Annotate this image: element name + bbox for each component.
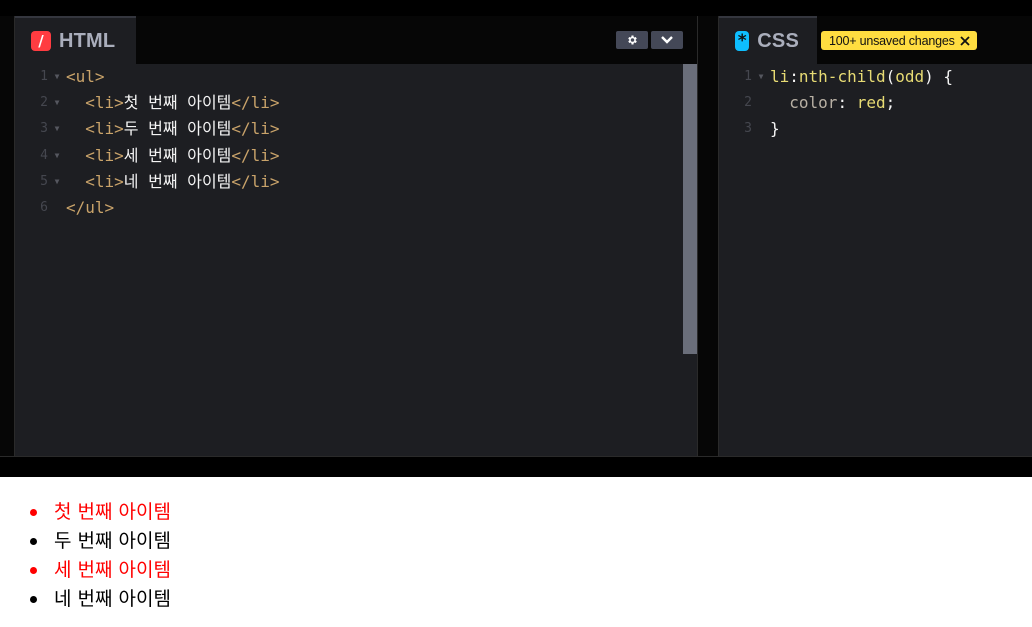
preview-resize-bar[interactable] — [0, 456, 1032, 477]
code-line[interactable]: 6▼</ul> — [15, 195, 697, 221]
list-item: 세 번째 아이템 — [30, 556, 171, 585]
tab-css[interactable]: * CSS — [719, 16, 817, 64]
fold-arrow-icon[interactable]: ▼ — [48, 64, 66, 90]
fold-arrow-icon[interactable]: ▼ — [752, 64, 770, 90]
html-editor-header: / HTML — [15, 16, 697, 64]
css-code-area[interactable]: 1▼li:nth-child(odd) {2▼ color: red;3▼} — [719, 64, 1032, 143]
css-asterisk-icon: * — [735, 31, 750, 51]
list-item: 두 번째 아이템 — [30, 527, 171, 556]
line-number: 3 — [40, 121, 48, 137]
top-bar — [0, 0, 1032, 16]
code-token: red — [856, 93, 886, 113]
list-item: 네 번째 아이템 — [30, 585, 171, 614]
html-slash-icon: / — [31, 31, 51, 51]
code-token: <li> — [85, 171, 124, 191]
code-token: </li> — [231, 171, 280, 191]
unsaved-changes-label: 100+ unsaved changes — [829, 33, 955, 48]
html-settings-button[interactable] — [616, 31, 648, 49]
css-editor-panel: * CSS 100+ unsaved changes 1 ▼ li: nth-chil… — [719, 16, 1032, 456]
code-token: odd — [895, 67, 925, 86]
code-token: : — [837, 93, 857, 113]
line-number: 1 — [40, 69, 48, 84]
fold-arrow-icon[interactable]: ▼ — [48, 116, 66, 142]
fold-arrow-icon[interactable]: ▼ — [48, 169, 66, 195]
code-token: 두 번째 아이템 — [123, 119, 232, 139]
code-token: <li> — [85, 93, 124, 113]
list-item: 첫 번째 아이템 — [30, 498, 171, 527]
code-line[interactable]: 5 ▼ <li> 네 번째 아이템 </li> — [15, 169, 697, 195]
html-editor-panel: / HTML 1 ▼ <ul> 2 ▼ <li> 첫 번째 아이템 </li> 3 ▼ <li>… — [15, 16, 697, 456]
code-token: nth-child — [798, 67, 886, 86]
line-number: 2 — [744, 95, 752, 111]
unsaved-changes-badge[interactable]: 100+ unsaved changes — [821, 31, 977, 50]
code-token: <ul> — [66, 67, 105, 86]
html-editor-scrollbar[interactable] — [683, 64, 697, 354]
bullet-icon — [30, 538, 37, 545]
line-number: 5 — [40, 173, 48, 189]
code-token: ( — [885, 67, 896, 86]
line-number: 3 — [744, 121, 752, 137]
css-tab-label: CSS — [757, 29, 799, 52]
code-token: 첫 번째 아이템 — [123, 93, 232, 113]
bullet-icon — [30, 596, 37, 603]
html-code-area[interactable]: 1 ▼ <ul> 2 ▼ <li> 첫 번째 아이템 </li> 3 ▼ <li> 두 번째 아이… — [15, 64, 697, 221]
code-token: </li> — [231, 145, 280, 165]
code-token: : — [789, 67, 799, 86]
line-number: 1 — [744, 69, 752, 84]
css-editor-header: * CSS 100+ unsaved changes — [719, 16, 1032, 64]
code-token: <li> — [85, 145, 124, 165]
list-item-text: 첫 번째 아이템 — [54, 501, 171, 523]
code-line[interactable]: 3▼} — [719, 116, 1032, 142]
code-token: 네 번째 아이템 — [123, 171, 232, 191]
fold-arrow-icon[interactable]: ▼ — [48, 90, 66, 116]
preview-list: 첫 번째 아이템두 번째 아이템세 번째 아이템네 번째 아이템 — [30, 498, 171, 614]
html-tab-label: HTML — [59, 29, 116, 52]
code-token: ; — [885, 93, 896, 113]
code-line[interactable]: 1 ▼ <ul> — [15, 64, 697, 90]
line-number: 4 — [40, 147, 48, 163]
bullet-icon — [30, 509, 37, 516]
list-item-text: 두 번째 아이템 — [54, 530, 171, 552]
bullet-icon — [30, 567, 37, 574]
left-resize-gutter[interactable] — [0, 16, 15, 456]
code-line[interactable]: 3 ▼ <li> 두 번째 아이템 </li> — [15, 116, 697, 142]
line-number: 6 — [40, 199, 48, 215]
html-collapse-button[interactable] — [651, 31, 683, 49]
code-token: <li> — [85, 119, 124, 139]
tab-html[interactable]: / HTML — [15, 16, 136, 64]
code-token: </li> — [231, 119, 280, 139]
line-number: 2 — [40, 95, 48, 111]
list-item-text: 네 번째 아이템 — [54, 588, 171, 610]
fold-arrow-icon[interactable]: ▼ — [48, 143, 66, 169]
code-token: 세 번째 아이템 — [123, 145, 232, 165]
editor-resize-divider[interactable] — [697, 16, 719, 456]
chevron-down-icon — [661, 36, 673, 44]
code-line[interactable]: 2▼ color: red; — [719, 90, 1032, 116]
code-token: </li> — [231, 93, 280, 113]
list-item-text: 세 번째 아이템 — [54, 559, 171, 581]
code-token: ) { — [924, 67, 954, 86]
code-token: } — [770, 119, 780, 139]
gear-icon — [628, 35, 637, 45]
close-icon[interactable] — [959, 35, 971, 47]
code-token: </ul> — [66, 197, 115, 217]
result-preview: 첫 번째 아이템두 번째 아이템세 번째 아이템네 번째 아이템 — [0, 477, 1032, 627]
code-line[interactable]: 4 ▼ <li> 세 번째 아이템 </li> — [15, 143, 697, 169]
code-token: li — [770, 67, 790, 86]
code-line[interactable]: 1 ▼ li: nth-child(odd) { — [719, 64, 1032, 90]
code-line[interactable]: 2 ▼ <li> 첫 번째 아이템 </li> — [15, 90, 697, 116]
code-token: color — [789, 93, 838, 113]
